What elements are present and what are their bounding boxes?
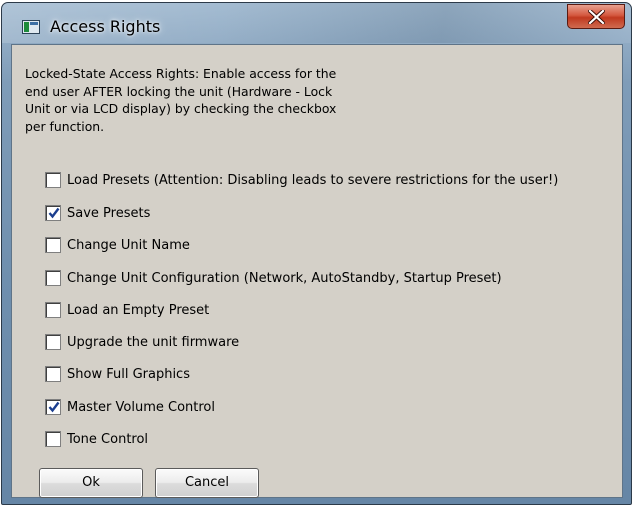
option-label: Load Presets (Attention: Disabling leads… xyxy=(67,172,559,188)
ok-button[interactable]: Ok xyxy=(39,468,143,498)
option-upgrade-firmware[interactable]: Upgrade the unit firmware xyxy=(45,331,239,353)
option-label: Show Full Graphics xyxy=(67,366,190,382)
checkbox[interactable] xyxy=(45,431,61,447)
option-save-presets[interactable]: Save Presets xyxy=(45,202,150,224)
close-x-icon xyxy=(588,10,605,24)
app-window-icon xyxy=(22,20,40,34)
checkbox[interactable] xyxy=(45,205,61,221)
option-load-presets[interactable]: Load Presets (Attention: Disabling leads… xyxy=(45,169,558,191)
close-button[interactable] xyxy=(567,4,625,29)
dialog-body: Locked-State Access Rights: Enable acces… xyxy=(11,44,623,498)
option-label: Upgrade the unit firmware xyxy=(67,334,240,350)
option-label: Change Unit Name xyxy=(67,237,190,253)
checkbox[interactable] xyxy=(45,334,61,350)
option-label: Save Presets xyxy=(67,205,151,221)
option-label: Tone Control xyxy=(67,431,149,447)
checkbox[interactable] xyxy=(45,399,61,415)
option-master-volume-control[interactable]: Master Volume Control xyxy=(45,396,215,418)
option-label: Master Volume Control xyxy=(67,399,216,415)
option-label: Load an Empty Preset xyxy=(67,302,210,318)
option-change-unit-name[interactable]: Change Unit Name xyxy=(45,234,190,256)
option-change-unit-configuration[interactable]: Change Unit Configuration (Network, Auto… xyxy=(45,267,502,289)
checkbox[interactable] xyxy=(45,270,61,286)
checkbox[interactable] xyxy=(45,366,61,382)
cancel-button[interactable]: Cancel xyxy=(155,468,259,498)
checkbox[interactable] xyxy=(45,237,61,253)
description-text: Locked-State Access Rights: Enable acces… xyxy=(25,66,337,134)
check-mark-icon xyxy=(48,401,60,413)
checkbox[interactable] xyxy=(45,172,61,188)
option-show-full-graphics[interactable]: Show Full Graphics xyxy=(45,363,190,385)
window-title: Access Rights xyxy=(50,17,161,36)
checkbox[interactable] xyxy=(45,302,61,318)
option-load-empty-preset[interactable]: Load an Empty Preset xyxy=(45,299,209,321)
option-label: Change Unit Configuration (Network, Auto… xyxy=(67,270,502,286)
title-bar[interactable]: Access Rights xyxy=(2,3,631,37)
access-rights-dialog: Access Rights Locked-State Access Rights… xyxy=(1,2,632,505)
check-mark-icon xyxy=(48,207,60,219)
option-tone-control[interactable]: Tone Control xyxy=(45,428,148,450)
